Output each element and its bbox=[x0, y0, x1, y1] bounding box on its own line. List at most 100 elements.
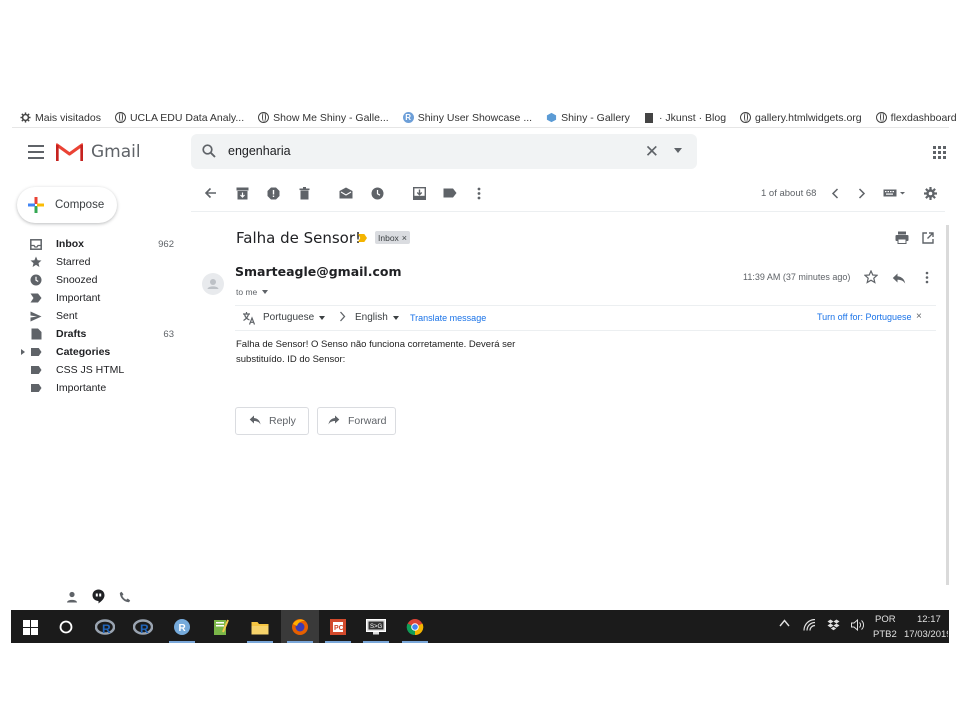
sender-email[interactable]: Smarteagle@gmail.com bbox=[235, 264, 401, 279]
input-tools-icon[interactable] bbox=[883, 185, 907, 201]
rstudio-icon[interactable]: R bbox=[172, 617, 192, 637]
hangouts-icon[interactable] bbox=[92, 589, 105, 609]
bookmark-htmlwidgets[interactable]: gallery.htmlwidgets.org bbox=[732, 108, 868, 127]
bookmark-flexdashboard[interactable]: flexdashboard Examples bbox=[868, 108, 960, 127]
input-language[interactable]: POR bbox=[875, 614, 896, 625]
phone-icon[interactable] bbox=[119, 590, 131, 608]
recipient-details[interactable]: to me bbox=[236, 287, 269, 297]
bookmark-mais-visitados[interactable]: Mais visitados bbox=[12, 108, 107, 127]
bookmark-ucla[interactable]: UCLA EDU Data Analy... bbox=[107, 108, 250, 127]
volume-icon[interactable] bbox=[851, 618, 865, 634]
pagination-text: 1 of about 68 bbox=[761, 188, 817, 199]
snooze-icon[interactable] bbox=[369, 185, 385, 201]
shiny-icon bbox=[546, 112, 557, 123]
search-bar[interactable]: engenharia ✕ bbox=[191, 134, 697, 169]
bookmark-jkunst-blog[interactable]: · Jkunst · Blog bbox=[636, 108, 732, 127]
gear-icon bbox=[20, 112, 31, 123]
sidebar-item-snoozed[interactable]: Snoozed bbox=[12, 271, 190, 289]
message-more-icon[interactable] bbox=[925, 271, 929, 289]
clock-time[interactable]: 12:17 bbox=[917, 614, 941, 625]
active-indicator bbox=[169, 641, 195, 643]
content-scrollbar[interactable] bbox=[946, 225, 949, 585]
mark-unread-icon[interactable] bbox=[338, 185, 354, 201]
bookmark-shiny-gallery[interactable]: Shiny - Gallery bbox=[538, 108, 636, 127]
firefox-icon[interactable] bbox=[290, 617, 310, 637]
sidebar-item-categories[interactable]: Categories bbox=[12, 343, 190, 361]
apps-grid-icon[interactable] bbox=[933, 146, 946, 159]
chevron-left-icon[interactable] bbox=[827, 185, 843, 201]
forward-icon bbox=[328, 415, 340, 428]
windows-start-icon[interactable] bbox=[20, 617, 40, 637]
sidebar-item-importante[interactable]: Importante bbox=[12, 379, 190, 397]
search-options-icon[interactable] bbox=[674, 148, 682, 153]
wifi-icon[interactable] bbox=[803, 618, 816, 634]
keyboard-layout[interactable]: PTB2 bbox=[873, 629, 897, 640]
file-explorer-icon[interactable] bbox=[250, 617, 270, 637]
main-menu-icon[interactable] bbox=[28, 145, 44, 159]
clock-date[interactable]: 17/03/2019 bbox=[904, 629, 948, 640]
pdf-app-icon[interactable]: PC bbox=[328, 617, 348, 637]
recipient-label: to me bbox=[236, 287, 258, 297]
close-translation-icon[interactable]: × bbox=[916, 311, 922, 322]
bookmark-label: flexdashboard Examples bbox=[890, 111, 960, 124]
sidebar-item-label: Sent bbox=[56, 310, 78, 322]
bookmark-show-me-shiny[interactable]: Show Me Shiny - Galle... bbox=[250, 108, 395, 127]
forward-button[interactable]: Forward bbox=[317, 407, 396, 435]
move-to-inbox-icon[interactable] bbox=[411, 185, 427, 201]
r-app-icon[interactable]: R bbox=[95, 617, 115, 637]
app-name: Gmail bbox=[91, 142, 141, 162]
print-icon[interactable] bbox=[895, 231, 909, 249]
delete-icon[interactable] bbox=[296, 185, 312, 201]
translate-message-link[interactable]: Translate message bbox=[410, 313, 486, 323]
forward-label: Forward bbox=[348, 415, 387, 427]
label-as-icon[interactable] bbox=[442, 185, 458, 201]
reply-button[interactable]: Reply bbox=[235, 407, 309, 435]
star-toggle-icon[interactable] bbox=[863, 269, 879, 289]
show-hidden-icons-chevron-icon[interactable] bbox=[779, 619, 790, 630]
chrome-icon[interactable] bbox=[405, 617, 425, 637]
inbox-label-chip: Inbox × bbox=[375, 231, 411, 244]
bookmark-shiny-user-showcase[interactable]: R Shiny User Showcase ... bbox=[395, 108, 538, 127]
chevron-right-icon[interactable] bbox=[854, 185, 870, 201]
search-input[interactable]: engenharia bbox=[228, 144, 291, 158]
expand-caret-icon[interactable] bbox=[21, 349, 25, 355]
compose-button[interactable]: Compose bbox=[17, 187, 117, 223]
cortana-search-icon[interactable] bbox=[56, 617, 76, 637]
archive-icon[interactable] bbox=[234, 185, 250, 201]
r-console-icon[interactable]: R bbox=[133, 617, 153, 637]
report-spam-icon[interactable] bbox=[265, 185, 281, 201]
source-language-select[interactable]: Portuguese bbox=[263, 312, 326, 323]
notepad-app-icon[interactable] bbox=[211, 617, 231, 637]
gmail-logo[interactable]: Gmail bbox=[56, 140, 141, 164]
active-indicator bbox=[325, 641, 351, 643]
monitor-app-icon[interactable]: S>G bbox=[366, 617, 386, 637]
search-icon[interactable] bbox=[202, 144, 216, 163]
contacts-icon[interactable] bbox=[66, 590, 78, 608]
sidebar-nav: Inbox 962 Starred Snoozed Important Sent… bbox=[12, 235, 190, 397]
sidebar-item-css-js-html[interactable]: CSS JS HTML bbox=[12, 361, 190, 379]
sidebar-item-inbox[interactable]: Inbox 962 bbox=[12, 235, 190, 253]
remove-label-icon[interactable]: × bbox=[402, 233, 407, 243]
sender-avatar[interactable] bbox=[202, 273, 224, 295]
sidebar-item-starred[interactable]: Starred bbox=[12, 253, 190, 271]
clear-search-icon[interactable]: ✕ bbox=[645, 142, 659, 162]
active-indicator bbox=[287, 641, 313, 643]
sidebar-item-important[interactable]: Important bbox=[12, 289, 190, 307]
details-dropdown-icon bbox=[262, 290, 269, 294]
open-new-window-icon[interactable] bbox=[922, 231, 934, 249]
target-language-select[interactable]: English bbox=[355, 312, 399, 323]
sidebar-item-drafts[interactable]: Drafts 63 bbox=[12, 325, 190, 343]
back-arrow-icon[interactable] bbox=[202, 185, 218, 201]
turn-off-translation-link[interactable]: Turn off for: Portuguese bbox=[817, 312, 912, 322]
sidebar-bottom-icons bbox=[66, 589, 136, 609]
dropbox-icon[interactable] bbox=[827, 619, 840, 634]
reply-icon bbox=[249, 415, 261, 428]
reply-arrow-icon[interactable] bbox=[892, 271, 906, 289]
sidebar-item-label: Inbox bbox=[56, 238, 84, 250]
sidebar-item-sent[interactable]: Sent bbox=[12, 307, 190, 325]
more-vert-icon[interactable] bbox=[471, 185, 487, 201]
bookmark-label: UCLA EDU Data Analy... bbox=[129, 111, 245, 124]
compose-label: Compose bbox=[55, 199, 105, 211]
settings-gear-icon[interactable] bbox=[922, 185, 938, 201]
target-language-label: English bbox=[355, 312, 388, 323]
